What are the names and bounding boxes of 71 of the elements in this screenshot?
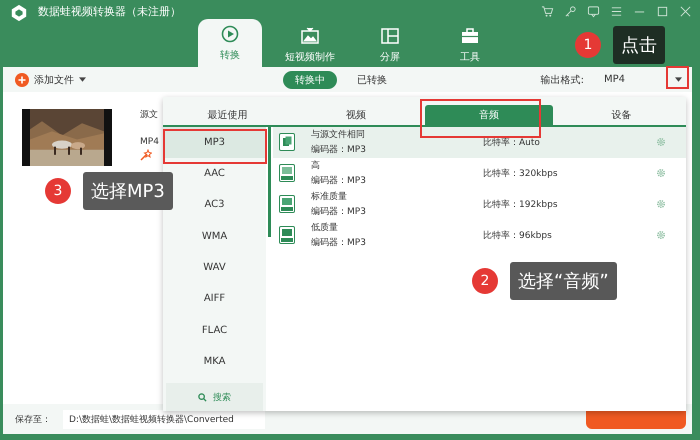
format-item[interactable]: WMA bbox=[163, 220, 266, 252]
codec-text: 编码器：MP3 bbox=[311, 206, 367, 218]
copy-icon bbox=[279, 133, 295, 152]
split-screen-icon bbox=[380, 26, 400, 46]
save-path-field[interactable]: D:\数据蛙\数据蛙视频转换器\Converted bbox=[63, 410, 265, 428]
nav-tab[interactable]: 转换 bbox=[198, 19, 262, 67]
preset-name: 与源文件相同 bbox=[311, 128, 366, 142]
chat-icon[interactable] bbox=[587, 4, 600, 18]
settings-icon[interactable] bbox=[656, 199, 666, 210]
quality-icon bbox=[279, 164, 295, 182]
callout-tooltip: 选择MP3 bbox=[83, 172, 173, 210]
nav-tab[interactable]: 工具 bbox=[438, 22, 502, 67]
preset-name: 标准质量 bbox=[311, 190, 348, 204]
format-tab[interactable]: 最近使用 bbox=[163, 105, 292, 125]
bitrate-text: 比特率：Auto bbox=[483, 136, 541, 149]
format-item[interactable]: FLAC bbox=[163, 314, 266, 346]
nav-tab[interactable]: 分屏 bbox=[358, 22, 422, 67]
plus-icon bbox=[15, 72, 29, 86]
convert-all-button[interactable] bbox=[586, 409, 686, 429]
maximize-icon[interactable] bbox=[656, 4, 669, 18]
quality-icon bbox=[279, 195, 295, 214]
key-icon[interactable] bbox=[564, 4, 577, 18]
menu-icon[interactable] bbox=[610, 4, 623, 18]
bitrate-text: 比特率：320kbps bbox=[483, 168, 559, 180]
magic-wand-icon[interactable] bbox=[140, 149, 152, 161]
output-format-select[interactable]: MP4 bbox=[598, 70, 686, 88]
settings-icon[interactable] bbox=[656, 137, 666, 148]
preset-row[interactable]: 与源文件相同 编码器：MP3 比特率：Auto bbox=[273, 126, 686, 158]
format-item[interactable]: AIFF bbox=[163, 283, 266, 314]
highlight-frame bbox=[666, 66, 689, 89]
preset-name: 低质量 bbox=[311, 222, 339, 234]
convert-icon bbox=[220, 24, 240, 44]
close-icon[interactable] bbox=[679, 4, 692, 18]
callout-tooltip: 选择“音频” bbox=[510, 262, 617, 300]
settings-icon[interactable] bbox=[656, 168, 666, 178]
file-format: MP4 bbox=[140, 137, 159, 147]
codec-text: 编码器：MP3 bbox=[311, 144, 367, 156]
preset-row[interactable]: 高 编码器：MP3 比特率：320kbps bbox=[273, 158, 686, 189]
caret-icon bbox=[79, 77, 86, 82]
toolbox-icon bbox=[460, 26, 480, 46]
cart-icon[interactable] bbox=[541, 4, 554, 18]
preset-row[interactable]: 低质量 编码器：MP3 比特率：96kbps bbox=[273, 220, 686, 251]
window-title: 数据蛙视频转换器（未注册） bbox=[38, 4, 181, 18]
add-file-button[interactable]: 添加文件 bbox=[15, 72, 86, 86]
format-item[interactable]: WAV bbox=[163, 252, 266, 284]
quality-icon bbox=[279, 226, 295, 244]
nav-tab[interactable]: 短视频制作 bbox=[278, 22, 342, 67]
format-tab[interactable]: 设备 bbox=[557, 105, 686, 125]
bitrate-text: 比特率：192kbps bbox=[483, 198, 559, 211]
callout-tooltip: 点击 bbox=[613, 26, 665, 64]
format-item[interactable]: MKA bbox=[163, 346, 266, 377]
codec-text: 编码器：MP3 bbox=[311, 174, 367, 188]
scrollbar[interactable] bbox=[268, 126, 271, 237]
search-icon bbox=[198, 392, 207, 402]
logo-icon bbox=[10, 4, 28, 22]
format-tab[interactable]: 音频 bbox=[424, 105, 554, 125]
settings-icon[interactable] bbox=[656, 230, 666, 240]
caret-icon bbox=[675, 77, 682, 82]
search-button[interactable]: 搜索 bbox=[166, 383, 263, 411]
tv-icon bbox=[300, 26, 320, 46]
preset-name: 高 bbox=[311, 160, 321, 172]
source-file-label: 源文 bbox=[140, 108, 158, 121]
output-format-label: 输出格式: bbox=[540, 74, 584, 86]
format-tab[interactable]: 视频 bbox=[292, 105, 420, 125]
status-tab[interactable]: 已转换 bbox=[345, 70, 399, 88]
save-to-label: 保存至： bbox=[15, 414, 51, 426]
bitrate-text: 比特率：96kbps bbox=[483, 230, 553, 242]
step-number-badge: 1 bbox=[575, 32, 601, 58]
status-tab[interactable]: 转换中 bbox=[283, 70, 337, 88]
codec-text: 编码器：MP3 bbox=[311, 236, 367, 250]
preset-row[interactable]: 标准质量 编码器：MP3 比特率：192kbps bbox=[273, 188, 686, 220]
